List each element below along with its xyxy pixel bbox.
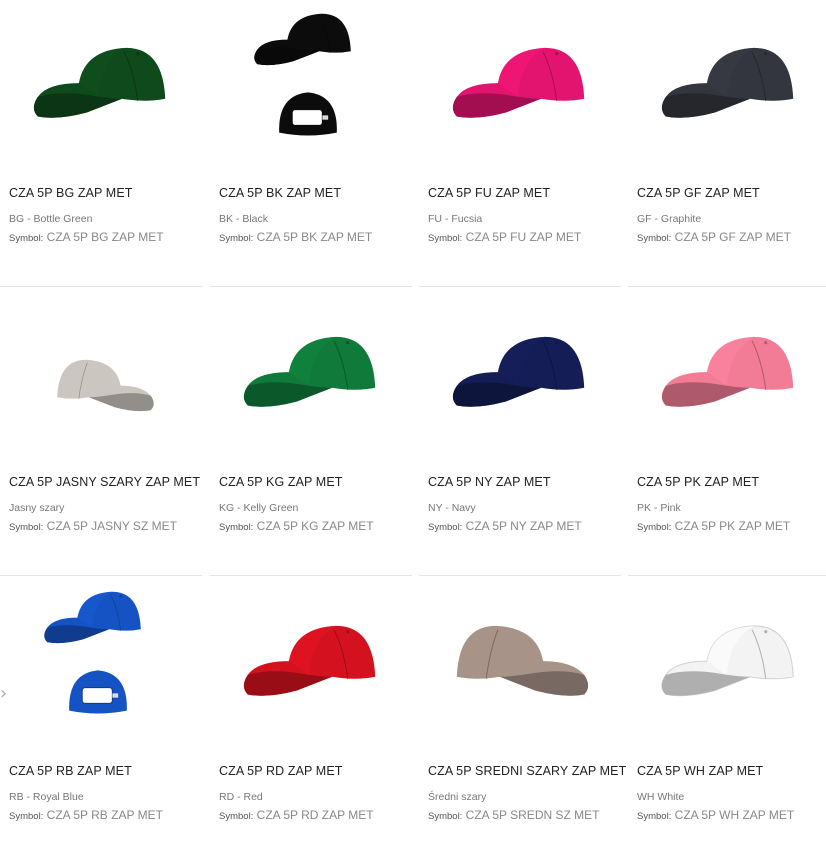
product-color-name: GF - Graphite bbox=[637, 213, 702, 225]
product-image[interactable] bbox=[628, 0, 826, 170]
product-symbol: Symbol: CZA 5P PK ZAP MET bbox=[637, 519, 790, 533]
product-image[interactable] bbox=[0, 289, 202, 459]
product-color-name: FU - Fucsia bbox=[428, 213, 483, 225]
product-image[interactable] bbox=[419, 0, 621, 170]
product-title[interactable]: CZA 5P BK ZAP MET bbox=[219, 186, 341, 200]
symbol-value: CZA 5P SREDN SZ MET bbox=[465, 808, 600, 822]
symbol-value: CZA 5P PK ZAP MET bbox=[674, 519, 791, 533]
symbol-value: CZA 5P FU ZAP MET bbox=[465, 230, 582, 244]
product-color-name: Jasny szary bbox=[9, 502, 65, 514]
symbol-value: CZA 5P RB ZAP MET bbox=[46, 808, 163, 822]
product-card[interactable]: CZA 5P BK ZAP MET BK - Black Symbol: CZA… bbox=[210, 0, 412, 280]
product-card[interactable]: CZA 5P WH ZAP MET WH White Symbol: CZA 5… bbox=[628, 578, 826, 858]
symbol-label: Symbol: bbox=[428, 811, 463, 822]
symbol-value: CZA 5P BG ZAP MET bbox=[46, 230, 164, 244]
product-card[interactable]: CZA 5P RD ZAP MET RD - Red Symbol: CZA 5… bbox=[210, 578, 412, 858]
product-grid: › CZA 5P BG ZAP MET BG - Bottle Green Sy… bbox=[0, 0, 826, 854]
product-color-name: NY - Navy bbox=[428, 502, 476, 514]
row-divider bbox=[0, 575, 202, 576]
product-card[interactable]: CZA 5P NY ZAP MET NY - Navy Symbol: CZA … bbox=[419, 289, 621, 569]
product-symbol: Symbol: CZA 5P BG ZAP MET bbox=[9, 230, 164, 244]
symbol-label: Symbol: bbox=[9, 522, 44, 533]
product-image[interactable] bbox=[628, 578, 826, 748]
symbol-label: Symbol: bbox=[428, 522, 463, 533]
product-symbol: Symbol: CZA 5P KG ZAP MET bbox=[219, 519, 374, 533]
symbol-label: Symbol: bbox=[428, 233, 463, 244]
symbol-label: Symbol: bbox=[219, 811, 254, 822]
product-card[interactable]: CZA 5P FU ZAP MET FU - Fucsia Symbol: CZ… bbox=[419, 0, 621, 280]
product-card[interactable]: CZA 5P JASNY SZARY ZAP MET Jasny szary S… bbox=[0, 289, 202, 569]
symbol-value: CZA 5P WH ZAP MET bbox=[674, 808, 795, 822]
product-title[interactable]: CZA 5P JASNY SZARY ZAP MET bbox=[9, 475, 200, 489]
symbol-label: Symbol: bbox=[637, 522, 672, 533]
product-title[interactable]: CZA 5P PK ZAP MET bbox=[637, 475, 759, 489]
product-card[interactable]: CZA 5P PK ZAP MET PK - Pink Symbol: CZA … bbox=[628, 289, 826, 569]
product-title[interactable]: CZA 5P SREDNI SZARY ZAP MET bbox=[428, 764, 626, 778]
row-divider bbox=[419, 286, 621, 287]
product-color-name: RB - Royal Blue bbox=[9, 791, 84, 803]
product-title[interactable]: CZA 5P RD ZAP MET bbox=[219, 764, 343, 778]
product-symbol: Symbol: CZA 5P FU ZAP MET bbox=[428, 230, 581, 244]
product-symbol: Symbol: CZA 5P NY ZAP MET bbox=[428, 519, 582, 533]
product-title[interactable]: CZA 5P BG ZAP MET bbox=[9, 186, 133, 200]
product-color-name: BG - Bottle Green bbox=[9, 213, 93, 225]
product-color-name: KG - Kelly Green bbox=[219, 502, 299, 514]
row-divider bbox=[419, 575, 621, 576]
product-card[interactable]: CZA 5P KG ZAP MET KG - Kelly Green Symbo… bbox=[210, 289, 412, 569]
product-symbol: Symbol: CZA 5P RD ZAP MET bbox=[219, 808, 374, 822]
product-symbol: Symbol: CZA 5P RB ZAP MET bbox=[9, 808, 163, 822]
symbol-value: CZA 5P RD ZAP MET bbox=[256, 808, 374, 822]
symbol-label: Symbol: bbox=[9, 233, 44, 244]
row-divider bbox=[628, 286, 826, 287]
product-image[interactable] bbox=[419, 289, 621, 459]
product-image[interactable] bbox=[210, 0, 412, 170]
symbol-label: Symbol: bbox=[219, 233, 254, 244]
product-color-name: PK - Pink bbox=[637, 502, 681, 514]
product-title[interactable]: CZA 5P KG ZAP MET bbox=[219, 475, 343, 489]
symbol-value: CZA 5P NY ZAP MET bbox=[465, 519, 582, 533]
product-symbol: Symbol: CZA 5P WH ZAP MET bbox=[637, 808, 794, 822]
row-divider bbox=[628, 575, 826, 576]
product-image[interactable] bbox=[628, 289, 826, 459]
product-symbol: Symbol: CZA 5P JASNY SZ MET bbox=[9, 519, 177, 533]
row-divider bbox=[0, 286, 202, 287]
product-symbol: Symbol: CZA 5P SREDN SZ MET bbox=[428, 808, 599, 822]
symbol-label: Symbol: bbox=[637, 233, 672, 244]
product-image[interactable] bbox=[210, 289, 412, 459]
product-image[interactable] bbox=[419, 578, 621, 748]
row-divider bbox=[210, 575, 412, 576]
symbol-value: CZA 5P KG ZAP MET bbox=[256, 519, 374, 533]
symbol-label: Symbol: bbox=[9, 811, 44, 822]
product-card[interactable]: CZA 5P GF ZAP MET GF - Graphite Symbol: … bbox=[628, 0, 826, 280]
symbol-value: CZA 5P JASNY SZ MET bbox=[46, 519, 177, 533]
symbol-value: CZA 5P BK ZAP MET bbox=[256, 230, 373, 244]
product-color-name: Średni szary bbox=[428, 791, 487, 803]
product-card[interactable]: CZA 5P BG ZAP MET BG - Bottle Green Symb… bbox=[0, 0, 202, 280]
product-card[interactable]: CZA 5P RB ZAP MET RB - Royal Blue Symbol… bbox=[0, 578, 202, 858]
product-image[interactable] bbox=[0, 578, 202, 748]
product-title[interactable]: CZA 5P FU ZAP MET bbox=[428, 186, 550, 200]
product-symbol: Symbol: CZA 5P GF ZAP MET bbox=[637, 230, 791, 244]
product-color-name: WH White bbox=[637, 791, 685, 803]
product-color-name: RD - Red bbox=[219, 791, 263, 803]
product-card[interactable]: CZA 5P SREDNI SZARY ZAP MET Średni szary… bbox=[419, 578, 626, 858]
product-color-name: BK - Black bbox=[219, 213, 269, 225]
product-title[interactable]: CZA 5P WH ZAP MET bbox=[637, 764, 763, 778]
symbol-label: Symbol: bbox=[637, 811, 672, 822]
symbol-value: CZA 5P GF ZAP MET bbox=[674, 230, 791, 244]
product-title[interactable]: CZA 5P RB ZAP MET bbox=[9, 764, 132, 778]
product-image[interactable] bbox=[0, 0, 202, 170]
product-title[interactable]: CZA 5P GF ZAP MET bbox=[637, 186, 760, 200]
product-title[interactable]: CZA 5P NY ZAP MET bbox=[428, 475, 551, 489]
product-image[interactable] bbox=[210, 578, 412, 748]
row-divider bbox=[210, 286, 412, 287]
symbol-label: Symbol: bbox=[219, 522, 254, 533]
product-symbol: Symbol: CZA 5P BK ZAP MET bbox=[219, 230, 372, 244]
